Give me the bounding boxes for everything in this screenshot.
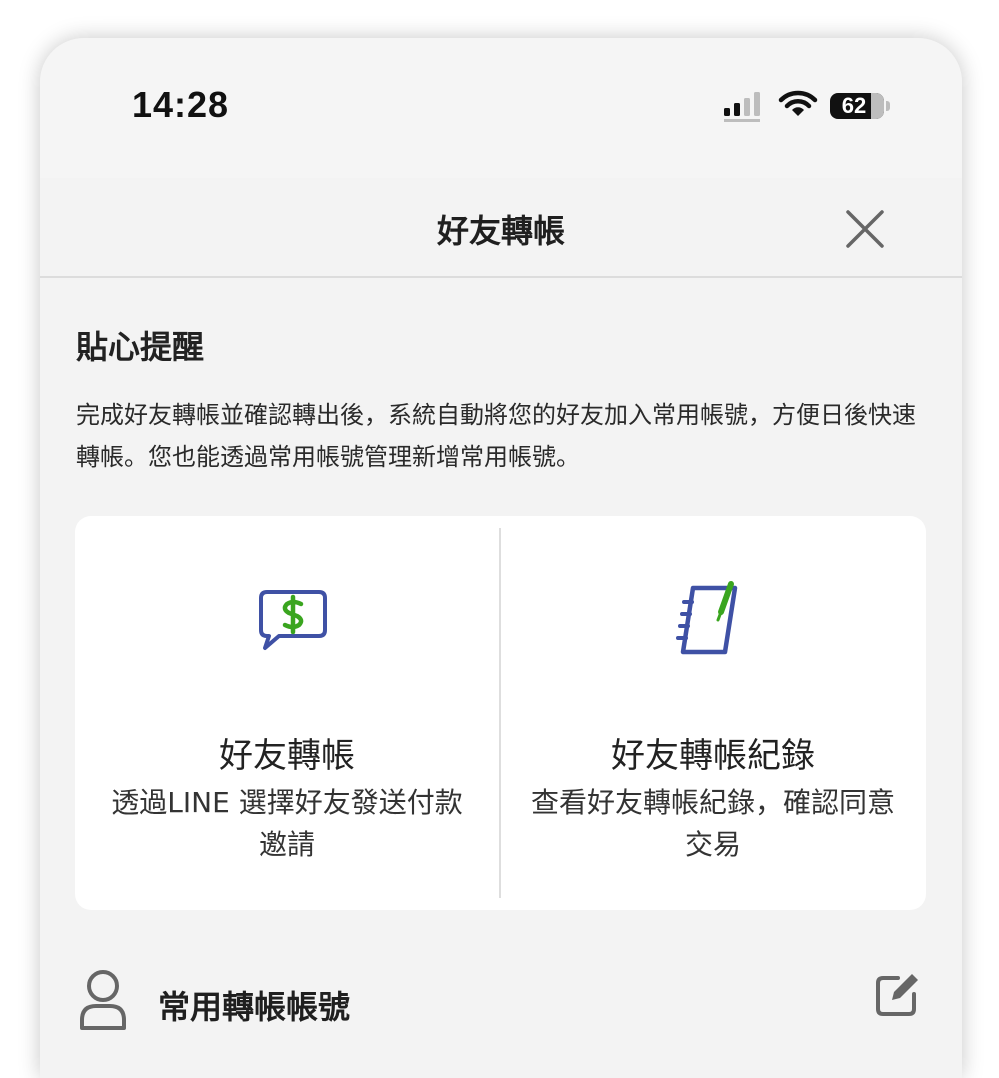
- reminder-title: 貼心提醒: [76, 328, 205, 366]
- card-title: 好友轉帳: [219, 736, 355, 776]
- phone-screen: 14:28 62 好友轉帳 貼心提醒 完成好友轉帳並確認轉出後，系統自動將您的好…: [40, 38, 962, 1078]
- reminder-text: 完成好友轉帳並確認轉出後，系統自動將您的好友加入常用帳號，方便日後快速轉帳。您也…: [76, 401, 916, 471]
- battery-nub: [886, 101, 890, 111]
- person-icon: [80, 970, 126, 1030]
- card-description: 查看好友轉帳紀錄，確認同意交易: [530, 786, 895, 861]
- nav-bar: 好友轉帳: [40, 178, 962, 278]
- card-title: 好友轉帳紀錄: [611, 736, 815, 776]
- notebook-pen-icon: [676, 581, 738, 655]
- page-title: 好友轉帳: [436, 212, 565, 250]
- wifi-icon: [778, 90, 818, 116]
- card-description: 透過LINE 選擇好友發送付款邀請: [111, 786, 463, 861]
- money-message-icon: [259, 590, 327, 650]
- friend-transfer-card[interactable]: 好友轉帳 透過LINE 選擇好友發送付款邀請: [75, 516, 499, 910]
- status-time: 14:28: [132, 84, 230, 125]
- feature-cards: 好友轉帳 透過LINE 選擇好友發送付款邀請 好友轉帳紀錄 查看好友轉帳紀錄，確…: [75, 516, 926, 910]
- close-icon[interactable]: [844, 208, 886, 250]
- cellular-signal-icon: [724, 92, 760, 122]
- favorite-accounts-label: 常用轉帳帳號: [158, 988, 351, 1026]
- favorite-accounts-row[interactable]: 常用轉帳帳號: [78, 968, 928, 1038]
- battery-level: 62: [841, 93, 867, 118]
- battery-indicator: 62: [830, 93, 884, 119]
- edit-icon[interactable]: [874, 970, 922, 1018]
- battery-unfilled: [871, 93, 884, 119]
- status-bar: 14:28 62: [40, 38, 962, 178]
- friend-transfer-history-card[interactable]: 好友轉帳紀錄 查看好友轉帳紀錄，確認同意交易: [501, 516, 925, 910]
